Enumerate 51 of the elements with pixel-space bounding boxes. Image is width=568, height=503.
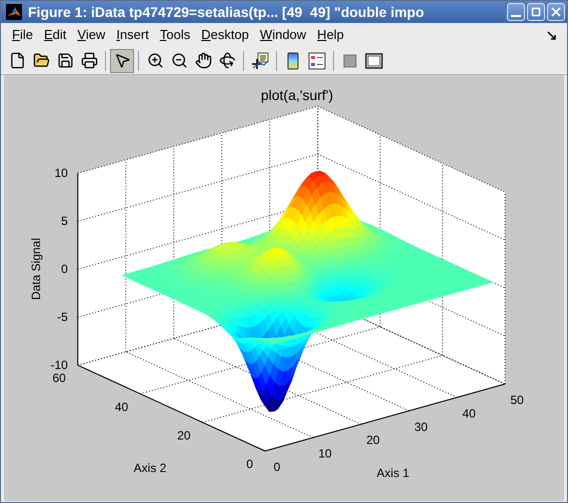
menu-item[interactable]: Edit <box>38 25 72 45</box>
tick-label: 10 <box>318 446 332 461</box>
colorbar-icon <box>287 52 299 70</box>
menu-item[interactable]: Desktop <box>196 25 254 45</box>
menu-item[interactable]: View <box>72 25 110 45</box>
hand-icon <box>194 52 212 69</box>
tick-label: 0 <box>61 262 68 276</box>
maximize-icon <box>531 7 541 17</box>
tick-label: 20 <box>366 433 380 448</box>
dock-arrow-icon[interactable] <box>547 31 557 41</box>
app-logo-icon <box>6 4 22 20</box>
tick-label: 10 <box>54 166 68 180</box>
tick-label: 40 <box>462 406 476 420</box>
tick-label: 40 <box>114 400 128 414</box>
tick-label: -10 <box>50 358 68 372</box>
close-icon <box>551 7 561 17</box>
close-button[interactable] <box>547 3 565 21</box>
tick-label: 5 <box>61 214 68 228</box>
minimize-button[interactable] <box>507 3 525 21</box>
window-frame-icon <box>365 52 383 68</box>
minimize-icon <box>511 15 521 17</box>
legend-icon <box>308 52 326 70</box>
tick-label: -5 <box>57 310 68 324</box>
square-icon <box>343 54 357 68</box>
tick-label: 20 <box>177 428 191 442</box>
maximize-button[interactable] <box>527 3 545 21</box>
tick-label: 0 <box>246 457 253 471</box>
tick-label: 30 <box>414 420 428 434</box>
toolbar-button[interactable] <box>110 48 134 72</box>
folder-icon <box>32 52 50 69</box>
printer-icon <box>80 52 98 69</box>
save-icon <box>56 52 74 69</box>
data-cursor-icon <box>251 52 269 70</box>
tick-label: 50 <box>510 393 524 407</box>
plot-title: plot(a,'surf') <box>260 87 334 103</box>
zoom-in-icon <box>146 52 164 69</box>
tick-label: 60 <box>52 371 66 386</box>
new-file-icon <box>8 52 26 69</box>
tick-label: 0 <box>274 460 280 474</box>
y-axis-label: Axis 2 <box>134 461 166 475</box>
menu-item[interactable]: File <box>7 25 38 45</box>
rotate-icon <box>218 52 236 69</box>
z-axis-label: Data Signal <box>29 238 43 300</box>
zoom-out-icon <box>170 52 188 69</box>
menu-item[interactable]: Insert <box>111 25 154 45</box>
menu-item[interactable]: Help <box>312 25 349 45</box>
window-title: Figure 1: iData tp474729=setalias(tp... [49 49] "double impo <box>28 2 424 22</box>
pointer-icon <box>114 52 130 69</box>
x-axis-label: Axis 1 <box>376 466 410 480</box>
menu-item[interactable]: Window <box>254 25 312 45</box>
menu-item[interactable]: Tools <box>154 25 196 45</box>
